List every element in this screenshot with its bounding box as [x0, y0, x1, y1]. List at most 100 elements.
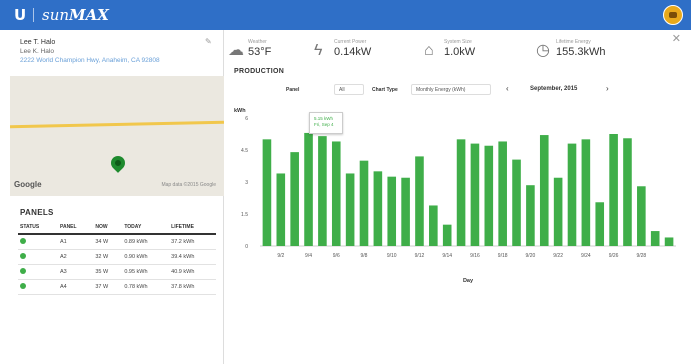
site-sidebar: Lee T. Halo Lee K. Halo 2222 World Champ…	[10, 30, 224, 364]
system-size-value: 1.0kW	[444, 46, 476, 58]
chart-bar[interactable]	[304, 132, 313, 246]
location-map[interactable]: Google Map data ©2015 Google	[10, 76, 224, 196]
status-ok-icon	[20, 268, 26, 274]
weather-label: Weather	[248, 39, 267, 45]
chart-bar[interactable]	[318, 136, 327, 246]
system-size-label: System Size	[444, 39, 472, 45]
col-lifetime: LIFETIME	[169, 222, 216, 235]
chart-bar[interactable]	[567, 143, 577, 246]
col-status: STATUS	[18, 222, 58, 235]
chart-bar[interactable]	[650, 231, 660, 246]
status-cell	[18, 249, 58, 265]
chart-bar[interactable]	[442, 224, 452, 246]
panels-heading: PANELS	[20, 208, 54, 217]
chart-bar[interactable]	[276, 173, 286, 246]
top-bar: U sunMAX	[0, 0, 691, 30]
chart-bar[interactable]	[526, 185, 535, 246]
chart-bar[interactable]	[290, 152, 299, 246]
lifetime-energy-label: Lifetime Energy	[556, 39, 591, 45]
chart-bar[interactable]	[609, 134, 618, 246]
panels-header-row: STATUS PANEL NOW TODAY LIFETIME	[18, 222, 216, 235]
lifetime-energy-value: 155.3kWh	[556, 46, 606, 58]
next-month-button[interactable]: ›	[606, 84, 609, 93]
chart-bar[interactable]	[415, 156, 424, 246]
chart-bar[interactable]	[512, 159, 521, 246]
ubiquiti-logo-icon[interactable]: U	[14, 6, 26, 24]
chart-bar[interactable]	[401, 177, 410, 246]
chart-bar[interactable]	[359, 160, 369, 246]
chart-bar[interactable]	[345, 173, 355, 246]
current-power-label: Current Power	[334, 39, 367, 45]
y-tick-label: 6	[245, 116, 248, 122]
prev-month-button[interactable]: ‹	[506, 84, 509, 93]
chart-bar[interactable]	[470, 143, 480, 246]
x-tick-label: 9/20	[526, 253, 536, 259]
solar-panel-icon: ⌂	[424, 42, 434, 59]
owner-name: Lee T. Halo	[20, 39, 56, 46]
brand-name: MAX	[69, 6, 109, 24]
col-panel: PANEL	[58, 222, 94, 235]
now-cell: 34 W	[93, 234, 123, 250]
x-axis-label: Day	[463, 278, 474, 284]
lifetime-cell: 37.8 kWh	[169, 279, 216, 295]
y-tick-label: 0	[245, 244, 248, 250]
col-now: NOW	[93, 222, 123, 235]
today-cell: 0.90 kWh	[122, 249, 170, 265]
chart-tooltip: 5.15 kWh Fri, Sep 4	[309, 112, 343, 134]
chart-bar[interactable]	[581, 139, 591, 246]
status-ok-icon	[20, 238, 26, 244]
chart-bar[interactable]	[498, 141, 507, 246]
chart-bar[interactable]	[387, 176, 397, 246]
x-tick-label: 9/22	[553, 253, 563, 259]
chart-bar[interactable]	[331, 141, 341, 246]
x-tick-label: 9/2	[277, 253, 284, 259]
panel-cell: A4	[58, 279, 94, 295]
chart-bar[interactable]	[595, 202, 605, 246]
status-cell	[18, 234, 58, 250]
production-heading: PRODUCTION	[234, 68, 285, 75]
app-brand: sunMAX	[42, 6, 109, 24]
chart-bar[interactable]	[484, 145, 494, 246]
x-tick-label: 9/28	[636, 253, 646, 259]
current-power-value: 0.14kW	[334, 46, 372, 58]
google-logo: Google	[14, 180, 42, 189]
chart-controls: Panel All Chart Type Monthly Energy (kWh…	[224, 84, 691, 96]
x-tick-label: 9/10	[387, 253, 397, 259]
chart-bar[interactable]	[637, 186, 646, 246]
chart-bar[interactable]	[429, 205, 438, 246]
chart-bar[interactable]	[664, 237, 674, 246]
x-tick-label: 9/16	[470, 253, 480, 259]
chart-type-select[interactable]: Monthly Energy (kWh)	[411, 84, 491, 95]
chart-bar[interactable]	[262, 139, 272, 246]
status-cell	[18, 279, 58, 295]
x-tick-label: 9/8	[361, 253, 368, 259]
x-tick-label: 9/26	[609, 253, 619, 259]
x-tick-label: 9/12	[415, 253, 425, 259]
today-cell: 0.95 kWh	[122, 264, 170, 280]
chart-bar[interactable]	[373, 171, 383, 246]
chart-bar[interactable]	[553, 177, 563, 246]
owner-info: Lee T. Halo Lee K. Halo 2222 World Champ…	[20, 38, 160, 65]
chart-bar[interactable]	[623, 138, 632, 246]
table-row[interactable]: A4 37 W 0.78 kWh 37.8 kWh	[18, 279, 216, 295]
stats-bar: ☁ Weather 53°F ϟ Current Power 0.14kW ⌂ …	[224, 38, 691, 68]
lightning-icon: ϟ	[314, 42, 323, 59]
panel-select[interactable]: All	[334, 84, 364, 95]
map-pin-icon[interactable]	[108, 153, 128, 173]
y-axis-label: kWh	[234, 108, 246, 114]
today-cell: 0.89 kWh	[122, 234, 170, 250]
panel-cell: A1	[58, 234, 94, 250]
chart-bar[interactable]	[456, 139, 466, 246]
owner-subname: Lee K. Halo	[20, 48, 54, 55]
owner-address[interactable]: 2222 World Champion Hwy, Anaheim, CA 928…	[20, 56, 160, 65]
weather-value: 53°F	[248, 46, 272, 58]
table-row[interactable]: A3 35 W 0.95 kWh 40.9 kWh	[18, 264, 216, 280]
table-row[interactable]: A2 32 W 0.90 kWh 39.4 kWh	[18, 249, 216, 265]
table-row[interactable]: A1 34 W 0.89 kWh 37.2 kWh	[18, 234, 216, 250]
user-avatar[interactable]	[663, 5, 683, 25]
current-month: September, 2015	[530, 86, 578, 92]
pencil-icon[interactable]: ✎	[205, 38, 213, 46]
chart-bar[interactable]	[539, 135, 549, 246]
x-tick-label: 9/18	[498, 253, 508, 259]
production-chart: kWh 0 1.5 3 4.5 6 9/2 9/4 9/6 9/8 9/10 9/12 9/14 9/16…	[224, 96, 691, 296]
